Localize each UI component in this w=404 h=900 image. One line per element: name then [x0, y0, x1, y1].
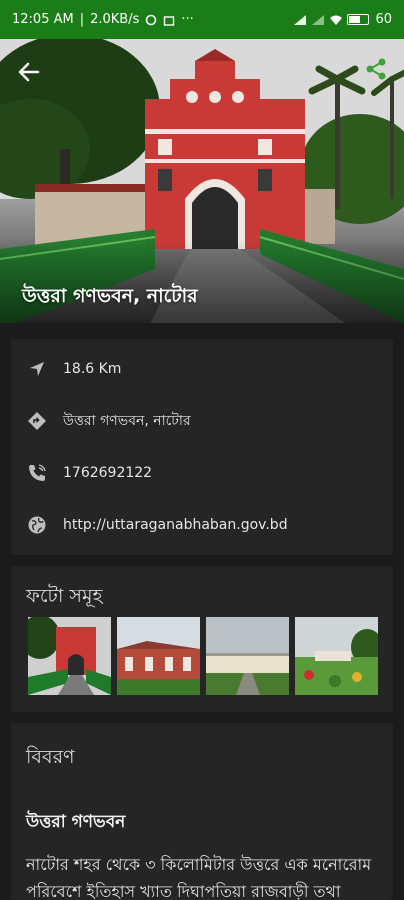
phone-row[interactable]: 1762692122	[11, 453, 393, 493]
more-notifications-icon: ···	[181, 12, 194, 27]
photo-thumbnail[interactable]	[117, 617, 200, 695]
bag-icon	[163, 14, 175, 26]
website-link[interactable]: http://uttaraganabhaban.gov.bd	[63, 517, 288, 533]
address-text: উত্তরা গণভবন, নাটোর	[63, 413, 191, 429]
signal-2-icon	[311, 14, 325, 26]
directions-icon	[27, 411, 47, 431]
distance-text: 18.6 Km	[63, 361, 122, 377]
status-time: 12:05 AM	[12, 12, 74, 27]
navigation-arrow-icon	[27, 359, 47, 379]
info-card: 18.6 Km উত্তরা গণভবন, নাটোর 1762692122 h…	[11, 339, 393, 555]
status-bar: 12:05 AM | 2.0KB/s ··· 60	[0, 0, 404, 39]
distance-row: 18.6 Km	[11, 349, 393, 389]
battery-level: 60	[375, 12, 392, 27]
sync-icon	[145, 14, 157, 26]
signal-icon	[293, 14, 307, 26]
description-card: বিবরণ উত্তরা গণভবন নাটোর শহর থেকে ৩ কিলো…	[11, 723, 393, 900]
description-section-title: বিবরণ	[26, 746, 75, 768]
address-row[interactable]: উত্তরা গণভবন, নাটোর	[11, 401, 393, 441]
globe-icon	[27, 515, 47, 535]
wifi-icon	[329, 14, 343, 26]
description-text: নাটোর শহর থেকে ৩ কিলোমিটার উত্তরে এক মনো…	[26, 855, 372, 900]
palace-illustration	[0, 39, 404, 323]
status-network-speed: 2.0KB/s	[90, 12, 140, 27]
photos-card: ফটো সমূহ	[11, 566, 393, 712]
phone-text: 1762692122	[63, 465, 153, 481]
status-separator: |	[79, 12, 85, 27]
photo-thumbnail[interactable]	[28, 617, 111, 695]
battery-icon	[347, 14, 370, 25]
place-title: উত্তরা গণভবন, নাটোর	[22, 285, 198, 307]
phone-icon	[27, 463, 47, 483]
back-arrow-icon[interactable]	[16, 59, 42, 85]
description-heading: উত্তরা গণভবন	[26, 812, 126, 832]
website-row[interactable]: http://uttaraganabhaban.gov.bd	[11, 505, 393, 545]
photo-thumbnail[interactable]	[206, 617, 289, 695]
share-icon[interactable]	[364, 57, 388, 81]
photos-section-title: ফটো সমূহ	[26, 585, 103, 607]
photo-thumbnail[interactable]	[295, 617, 378, 695]
hero-image: উত্তরা গণভবন, নাটোর	[0, 39, 404, 323]
